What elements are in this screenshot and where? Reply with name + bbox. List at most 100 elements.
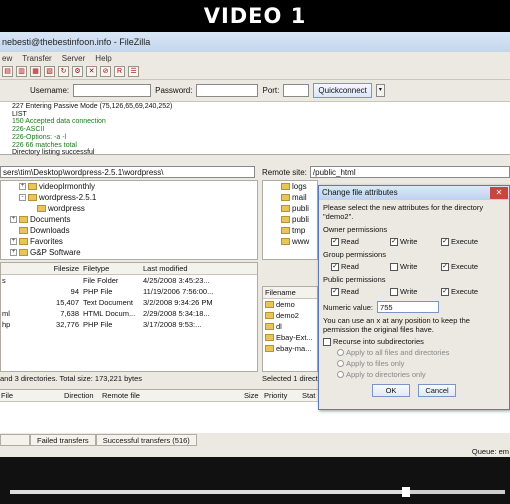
seek-handle[interactable] xyxy=(402,487,410,497)
col-size[interactable]: Size xyxy=(244,390,264,401)
quickconnect-button[interactable]: Quickconnect xyxy=(313,83,372,98)
table-row[interactable]: 15,407 Text Document 3/2/2008 9:34:26 PM xyxy=(1,297,257,308)
tree-item[interactable]: wordpress xyxy=(1,203,257,214)
tree-item[interactable]: publi xyxy=(263,214,317,225)
reconnect-icon[interactable]: R xyxy=(114,66,125,77)
read-checkbox-row[interactable]: ✓ Read xyxy=(331,237,386,246)
close-icon[interactable]: ✕ xyxy=(490,187,508,199)
tree-item[interactable]: Downloads xyxy=(1,225,257,236)
radio-files-only[interactable]: Apply to files only xyxy=(323,359,505,368)
tree-item[interactable]: publi xyxy=(263,203,317,214)
write-checkbox[interactable]: ✓ xyxy=(390,237,398,246)
port-input[interactable] xyxy=(283,84,310,97)
tree-item[interactable]: mail xyxy=(263,192,317,203)
expand-toggle-icon[interactable]: + xyxy=(10,249,17,256)
process-queue-icon[interactable]: ⚙ xyxy=(72,66,83,77)
execute-checkbox-row[interactable]: ✓ Execute xyxy=(441,237,496,246)
tree-toggle-icon[interactable]: ▦ xyxy=(30,66,41,77)
col-priority[interactable]: Priority xyxy=(264,390,302,401)
disconnect-icon[interactable]: ⊘ xyxy=(100,66,111,77)
recurse-checkbox-row[interactable]: Recurse into subdirectories xyxy=(323,337,505,346)
table-row[interactable]: 94 PHP File 11/19/2006 7:56:00... xyxy=(1,286,257,297)
execute-checkbox-row[interactable]: ✓ Execute xyxy=(441,262,496,271)
menu-server[interactable]: Server xyxy=(62,54,86,63)
seek-bar[interactable] xyxy=(10,487,505,497)
tree-item[interactable]: + videoplrmonthly xyxy=(1,181,257,192)
tree-item[interactable]: + Documents xyxy=(1,214,257,225)
menu-view[interactable]: ew xyxy=(2,54,12,63)
write-checkbox-row[interactable]: Write xyxy=(390,287,437,296)
recurse-checkbox[interactable] xyxy=(323,337,331,346)
tree-item[interactable]: + G&P Software xyxy=(1,247,257,258)
execute-checkbox[interactable]: ✓ xyxy=(441,262,449,271)
write-checkbox-row[interactable]: Write xyxy=(390,262,437,271)
radio-button[interactable] xyxy=(337,360,344,367)
col-file[interactable]: File xyxy=(0,390,64,401)
numeric-value-input[interactable]: 755 xyxy=(377,301,440,313)
list-item[interactable]: demo2 xyxy=(263,310,317,321)
list-item[interactable]: ebay-ma... xyxy=(263,343,317,354)
tree-item[interactable]: logs xyxy=(263,181,317,192)
tab-queued[interactable] xyxy=(0,434,30,446)
radio-dirs-only[interactable]: Apply to directories only xyxy=(323,370,505,379)
folder-icon xyxy=(265,323,274,330)
quickconnect-history-button[interactable]: ▾ xyxy=(375,84,385,97)
col-filesize[interactable]: Filesize xyxy=(47,263,79,274)
tree-item[interactable]: tmp xyxy=(263,225,317,236)
write-checkbox-row[interactable]: ✓ Write xyxy=(390,237,437,246)
read-checkbox[interactable]: ✓ xyxy=(331,287,339,296)
col-filename[interactable]: Filename xyxy=(263,287,296,298)
local-path-input[interactable]: sers\tim\Desktop\wordpress-2.5.1\wordpre… xyxy=(0,166,255,178)
list-item[interactable]: Ebay-Ext... xyxy=(263,332,317,343)
tree-item[interactable]: - wordpress-2.5.1 xyxy=(1,192,257,203)
radio-button[interactable] xyxy=(337,371,344,378)
read-checkbox[interactable]: ✓ xyxy=(331,262,339,271)
list-item[interactable]: dl xyxy=(263,321,317,332)
site-manager-icon[interactable]: ▤ xyxy=(2,66,13,77)
queue-toggle-icon[interactable]: ▧ xyxy=(44,66,55,77)
col-last-modified[interactable]: Last modified xyxy=(139,263,219,274)
expand-toggle-icon[interactable]: + xyxy=(10,216,17,223)
read-checkbox-row[interactable]: ✓ Read xyxy=(331,262,386,271)
expand-toggle-icon[interactable]: - xyxy=(19,194,26,201)
ok-button[interactable]: OK xyxy=(372,384,410,397)
log-toggle-icon[interactable]: ▥ xyxy=(16,66,27,77)
menu-transfer[interactable]: Transfer xyxy=(22,54,52,63)
filter-icon[interactable]: ☰ xyxy=(128,66,139,77)
write-checkbox[interactable] xyxy=(390,287,398,296)
table-row[interactable]: s File Folder 4/25/2008 3:45:23... xyxy=(1,275,257,286)
cancel-button[interactable]: Cancel xyxy=(418,384,456,397)
table-row[interactable]: hp 32,776 PHP File 3/17/2008 9:53:... xyxy=(1,319,257,330)
remote-status: Selected 1 direct xyxy=(262,373,318,385)
execute-checkbox[interactable]: ✓ xyxy=(441,237,449,246)
remote-path-input[interactable]: /public_html xyxy=(309,166,510,178)
folder-icon xyxy=(281,238,290,245)
tab-successful-transfers[interactable]: Successful transfers (516) xyxy=(95,434,197,446)
list-item[interactable]: demo xyxy=(263,299,317,310)
col-filetype[interactable]: Filetype xyxy=(79,263,139,274)
execute-checkbox[interactable]: ✓ xyxy=(441,287,449,296)
radio-button[interactable] xyxy=(337,349,344,356)
password-input[interactable] xyxy=(196,84,259,97)
cell-name: ml xyxy=(2,309,10,318)
read-checkbox-row[interactable]: ✓ Read xyxy=(331,287,386,296)
col-direction[interactable]: Direction xyxy=(64,390,102,401)
tab-failed-transfers[interactable]: Failed transfers xyxy=(30,434,96,446)
log-line: 227 Entering Passive Mode (75,126,65,69,… xyxy=(12,103,173,110)
tree-item[interactable]: www xyxy=(263,236,317,247)
write-checkbox[interactable] xyxy=(390,262,398,271)
cell-size: 15,407 xyxy=(56,298,79,307)
table-row[interactable]: ml 7,638 HTML Docum... 2/29/2008 5:34:18... xyxy=(1,308,257,319)
refresh-icon[interactable]: ↻ xyxy=(58,66,69,77)
radio-all-files-dirs[interactable]: Apply to all files and directories xyxy=(323,348,505,357)
tree-item-label: Favorites xyxy=(30,237,63,246)
col-remote-file[interactable]: Remote file xyxy=(102,390,244,401)
menu-help[interactable]: Help xyxy=(95,54,111,63)
username-input[interactable] xyxy=(73,84,152,97)
cancel-icon[interactable]: ✕ xyxy=(86,66,97,77)
read-checkbox[interactable]: ✓ xyxy=(331,237,339,246)
expand-toggle-icon[interactable]: + xyxy=(19,183,26,190)
expand-toggle-icon[interactable]: + xyxy=(10,238,17,245)
tree-item[interactable]: + Favorites xyxy=(1,236,257,247)
execute-checkbox-row[interactable]: ✓ Execute xyxy=(441,287,496,296)
